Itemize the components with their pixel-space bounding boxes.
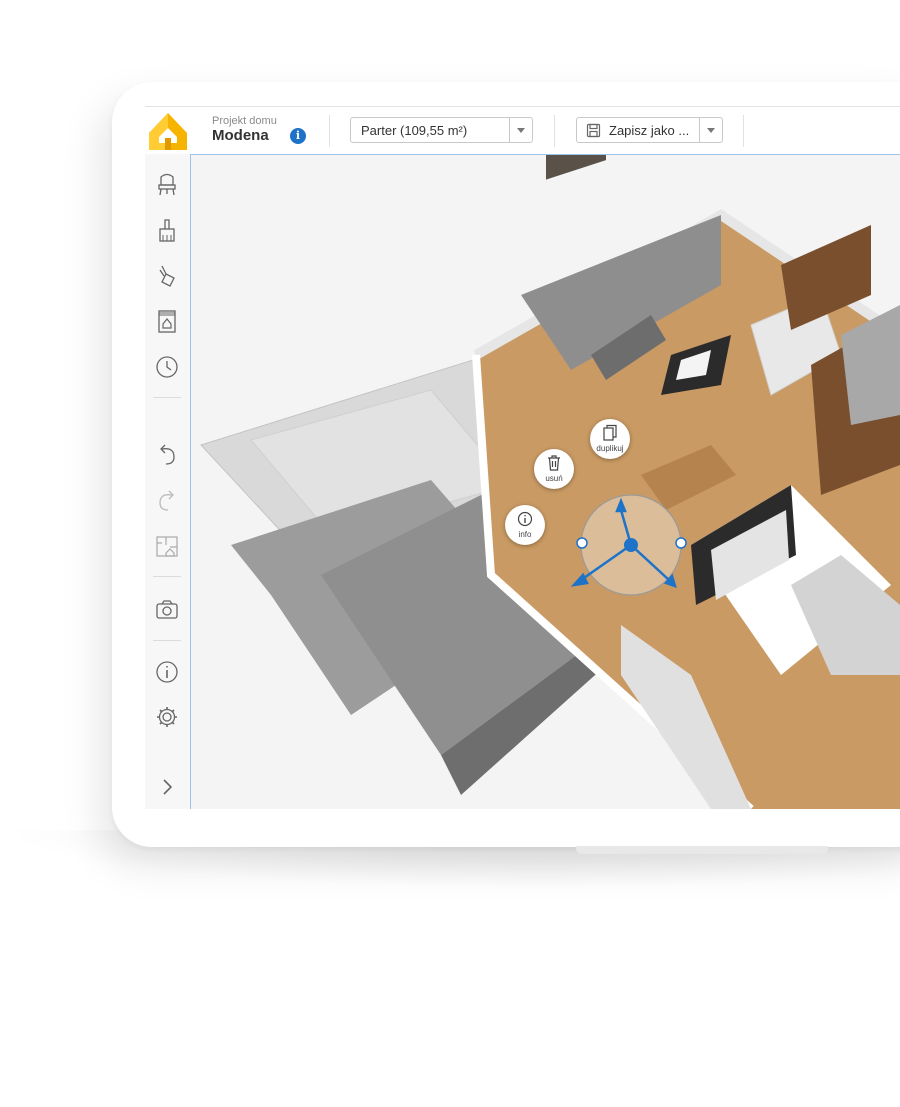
save-disk-icon [586, 123, 601, 138]
copy-icon [603, 424, 617, 441]
delete-button[interactable]: usuń [534, 449, 574, 489]
toolbar-divider [329, 115, 330, 147]
save-as-select[interactable]: Zapisz jako ... [576, 117, 723, 143]
undo-icon[interactable] [152, 439, 182, 469]
object-info-button[interactable]: info [505, 505, 545, 545]
catalog-icon[interactable] [152, 306, 182, 336]
sidebar-divider [153, 397, 181, 398]
settings-gear-icon[interactable] [152, 702, 182, 732]
3d-viewport[interactable]: usuń duplikuj info [191, 115, 900, 809]
project-info-button[interactable]: i [290, 128, 306, 144]
redo-icon[interactable] [152, 485, 182, 515]
info-icon[interactable] [152, 657, 182, 687]
gizmo-center-handle[interactable] [624, 538, 638, 552]
floor-select[interactable]: Parter (109,55 m²) [350, 117, 533, 143]
info-label: info [518, 530, 532, 539]
furniture-icon[interactable] [152, 169, 182, 199]
paint-brush-icon[interactable] [152, 215, 182, 245]
toolbar-divider [743, 115, 744, 147]
history-clock-icon[interactable] [152, 352, 182, 382]
chevron-down-icon[interactable] [699, 118, 722, 142]
duplicate-button[interactable]: duplikuj [590, 419, 630, 459]
project-name: Modena [212, 127, 269, 144]
sidebar-divider [153, 576, 181, 577]
app-logo-icon[interactable] [145, 107, 191, 154]
rotate-handle-left[interactable] [576, 537, 588, 549]
save-as-label: Zapisz jako ... [609, 123, 690, 138]
app-screen: Projekt domu Modena i Parter (109,55 m²)… [145, 106, 900, 809]
top-toolbar: Projekt domu Modena i Parter (109,55 m²)… [145, 107, 900, 155]
info-icon [517, 511, 533, 527]
duplicate-label: duplikuj [596, 444, 624, 453]
trash-icon [548, 455, 560, 471]
floor-plan-icon[interactable] [152, 531, 182, 561]
delete-label: usuń [545, 474, 563, 483]
chevron-down-icon[interactable] [509, 118, 532, 142]
rotate-handle-right[interactable] [675, 537, 687, 549]
tablet-base [576, 846, 828, 854]
left-sidebar [145, 154, 191, 809]
camera-icon[interactable] [152, 594, 182, 624]
project-label: Projekt domu [212, 115, 277, 127]
sidebar-divider [153, 640, 181, 641]
toolbar-divider [554, 115, 555, 147]
floor-select-value: Parter (109,55 m²) [361, 123, 468, 138]
paint-bucket-icon[interactable] [152, 260, 182, 290]
expand-chevron-icon[interactable] [152, 772, 182, 802]
